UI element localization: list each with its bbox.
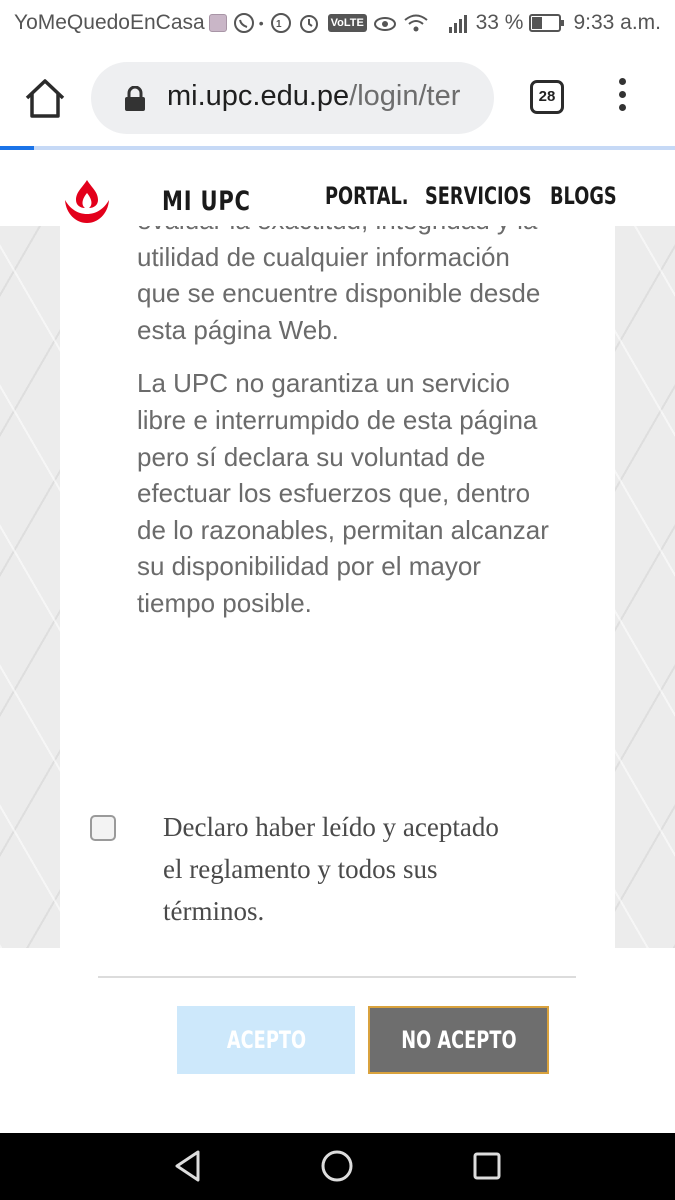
data-saver-icon: 1 [270, 13, 291, 33]
status-bar-right: 33 % 9:33 a.m. [448, 11, 661, 35]
alarm-icon [299, 15, 318, 33]
battery-icon [529, 14, 565, 32]
action-area: ACEPTO NO ACEPTO [0, 948, 675, 1133]
home-icon[interactable] [22, 76, 68, 120]
home-nav-icon[interactable] [320, 1149, 354, 1183]
address-bar[interactable]: mi.upc.edu.pe/login/ter [91, 62, 494, 134]
nav-portal[interactable]: PORTAL. [325, 182, 409, 210]
system-navigation-bar [0, 1133, 675, 1200]
eye-comfort-icon [373, 17, 396, 31]
url-path: /login/ter [349, 80, 461, 112]
volte-icon: VoLTE [327, 14, 367, 32]
status-bar: YoMeQuedoEnCasa • 1 VoLTE 33 % 9:33 a.m. [0, 0, 675, 48]
terms-paragraph: evaluar la exactitud, integridad y la ut… [137, 226, 541, 345]
overflow-menu-icon[interactable] [612, 78, 632, 118]
url-text[interactable]: mi.upc.edu.pe/login/ter [167, 80, 460, 113]
svg-text:1: 1 [276, 19, 282, 30]
accept-terms-label[interactable]: Declaro haber leído y aceptado el reglam… [163, 806, 523, 932]
terms-paragraph: La UPC no garantiza un servicio libre e … [137, 368, 549, 618]
back-icon[interactable] [172, 1149, 204, 1183]
lock-icon [125, 86, 145, 111]
accept-button-label: ACEPTO [226, 1026, 306, 1054]
terms-text: evaluar la exactitud, integridad y la ut… [137, 226, 557, 639]
site-title[interactable]: MI UPC [162, 186, 251, 217]
nav-blogs[interactable]: BLOGS [550, 182, 617, 210]
divider [98, 976, 576, 978]
status-bar-left: YoMeQuedoEnCasa • 1 VoLTE [14, 11, 429, 35]
notification-text: YoMeQuedoEnCasa [14, 11, 205, 34]
nav-servicios[interactable]: SERVICIOS [425, 182, 531, 210]
browser-toolbar: mi.upc.edu.pe/login/ter 28 [0, 48, 675, 148]
wifi-icon [404, 14, 428, 32]
site-header: MI UPC PORTAL. SERVICIOS BLOGS [0, 150, 675, 226]
terms-card: evaluar la exactitud, integridad y la ut… [60, 226, 615, 948]
whatsapp-icon [233, 13, 254, 33]
recents-icon[interactable] [472, 1149, 502, 1183]
tab-switcher-button[interactable]: 28 [530, 80, 564, 114]
reject-button[interactable]: NO ACEPTO [368, 1006, 549, 1074]
signal-icon [448, 15, 467, 33]
clock: 9:33 a.m. [573, 11, 661, 34]
accept-terms-checkbox[interactable] [90, 815, 116, 841]
url-host: mi.upc.edu.pe [167, 80, 350, 112]
reject-button-label: NO ACEPTO [400, 1026, 517, 1054]
app-thumbnail-icon [208, 14, 227, 32]
battery-percent: 33 % [475, 11, 524, 34]
accept-button[interactable]: ACEPTO [177, 1006, 355, 1074]
upc-logo-icon[interactable] [62, 178, 112, 224]
more-notifications-dot-icon: • [258, 15, 264, 31]
